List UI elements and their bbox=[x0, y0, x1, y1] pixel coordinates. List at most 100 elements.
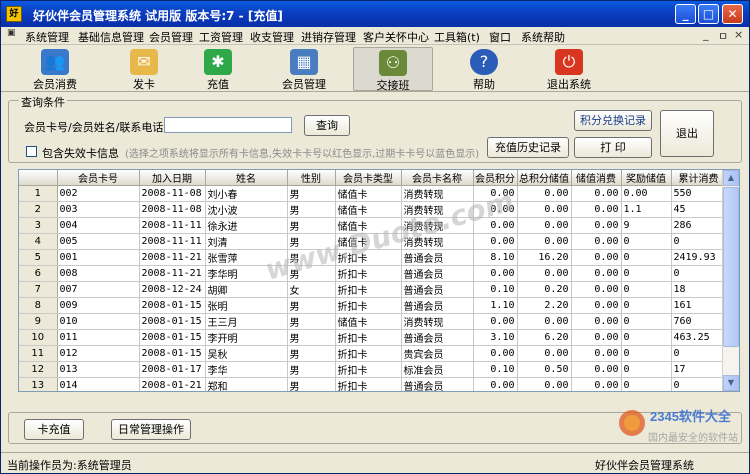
table-cell[interactable]: 0 bbox=[671, 265, 727, 282]
table-cell[interactable]: 张雪萍 bbox=[205, 249, 288, 266]
table-cell[interactable]: 胡卿 bbox=[205, 281, 288, 298]
table-cell[interactable]: 消费转现 bbox=[401, 185, 474, 202]
table-cell[interactable]: 徐永进 bbox=[205, 217, 288, 234]
mdi-child-icon[interactable]: ▣ bbox=[7, 28, 16, 38]
table-row[interactable]: 8 009 2008-01-15 张明男折扣卡 普通会员 1.10 2.20 0.00 0 161 bbox=[19, 297, 727, 314]
table-cell[interactable]: 45 bbox=[671, 201, 727, 218]
table-cell[interactable]: 0.00 bbox=[571, 217, 622, 234]
table-cell[interactable]: 折扣卡 bbox=[335, 361, 402, 378]
table-cell[interactable]: 0.50 bbox=[517, 361, 572, 378]
table-cell[interactable]: 储值卡 bbox=[335, 185, 402, 202]
table-cell[interactable]: 消费转现 bbox=[401, 233, 474, 250]
table-cell[interactable]: 014 bbox=[57, 377, 140, 391]
table-cell[interactable]: 男 bbox=[287, 377, 336, 391]
table-cell[interactable]: 0.00 bbox=[571, 361, 622, 378]
table-cell[interactable]: 18 bbox=[671, 281, 727, 298]
header-total-points[interactable]: 总积分储值 bbox=[517, 170, 572, 186]
header-points[interactable]: 会员积分 bbox=[473, 170, 518, 186]
table-cell[interactable]: 折扣卡 bbox=[335, 297, 402, 314]
table-cell[interactable]: 2008-01-21 bbox=[139, 377, 206, 391]
table-cell[interactable]: 折扣卡 bbox=[335, 281, 402, 298]
scroll-up-icon[interactable]: ▲ bbox=[723, 170, 739, 186]
header-card-no[interactable]: 会员卡号 bbox=[57, 170, 140, 186]
table-cell[interactable]: 0.00 bbox=[517, 201, 572, 218]
table-cell[interactable]: 2008-11-08 bbox=[139, 201, 206, 218]
toolbar-member-consume-button[interactable]: 👥 会员消费 bbox=[25, 47, 85, 91]
table-cell[interactable]: 17 bbox=[671, 361, 727, 378]
table-cell[interactable]: 2419.93 bbox=[671, 249, 727, 266]
table-cell[interactable]: 折扣卡 bbox=[335, 329, 402, 346]
table-cell[interactable]: 普通会员 bbox=[401, 281, 474, 298]
table-cell[interactable]: 折扣卡 bbox=[335, 345, 402, 362]
table-cell[interactable]: 2.20 bbox=[517, 297, 572, 314]
table-cell[interactable]: 0.00 bbox=[517, 313, 572, 330]
table-cell[interactable]: 0.00 bbox=[473, 345, 518, 362]
table-cell[interactable]: 男 bbox=[287, 297, 336, 314]
table-row[interactable]: 2 003 2008-11-08 沈小波男储值卡 消费转现 0.00 0.00 0.00 1.1… bbox=[19, 201, 727, 218]
table-cell[interactable]: 0 bbox=[621, 265, 672, 282]
member-table[interactable]: 会员卡号 加入日期 姓名 性别 会员卡类型 会员卡名称 会员积分 总积分储值 储… bbox=[18, 169, 740, 392]
table-cell[interactable]: 折扣卡 bbox=[335, 265, 402, 282]
mdi-close-button[interactable]: × bbox=[734, 28, 743, 41]
table-cell[interactable]: 001 bbox=[57, 249, 140, 266]
table-cell[interactable]: 男 bbox=[287, 313, 336, 330]
header-bonus-stored[interactable]: 奖励储值 bbox=[621, 170, 672, 186]
table-cell[interactable]: 0.00 bbox=[473, 185, 518, 202]
table-row[interactable]: 6 008 2008-11-21 李华明男折扣卡 普通会员 0.00 0.00 0.00 0 0 bbox=[19, 265, 727, 282]
table-cell[interactable]: 0.00 bbox=[571, 313, 622, 330]
print-button[interactable]: 打 印 bbox=[574, 137, 652, 158]
table-cell[interactable]: 折扣卡 bbox=[335, 249, 402, 266]
table-cell[interactable]: 男 bbox=[287, 361, 336, 378]
table-cell[interactable]: 男 bbox=[287, 345, 336, 362]
table-cell[interactable]: 2008-12-24 bbox=[139, 281, 206, 298]
table-cell[interactable]: 0.00 bbox=[571, 201, 622, 218]
table-row[interactable]: 3 004 2008-11-11 徐永进男储值卡 消费转现 0.00 0.00 0.00 9 28… bbox=[19, 217, 727, 234]
table-cell[interactable]: 286 bbox=[671, 217, 727, 234]
table-cell[interactable]: 0 bbox=[621, 313, 672, 330]
table-row[interactable]: 11 012 2008-01-15 吴秋男折扣卡 贵宾会员 0.00 0.00 0.00 0 0 bbox=[19, 345, 727, 362]
table-cell[interactable]: 0.00 bbox=[571, 297, 622, 314]
table-cell[interactable]: 男 bbox=[287, 265, 336, 282]
include-invalid-checkbox[interactable] bbox=[26, 146, 37, 157]
table-cell[interactable]: 折扣卡 bbox=[335, 377, 402, 391]
table-cell[interactable]: 0.00 bbox=[571, 281, 622, 298]
table-cell[interactable]: 0 bbox=[671, 345, 727, 362]
table-cell[interactable]: 郑和 bbox=[205, 377, 288, 391]
table-cell[interactable]: 0 bbox=[621, 345, 672, 362]
toolbar-member-management-button[interactable]: ▦ 会员管理 bbox=[271, 47, 337, 91]
header-stored-consume[interactable]: 储值消费 bbox=[571, 170, 622, 186]
daily-operations-button[interactable]: 日常管理操作 bbox=[111, 419, 191, 440]
table-cell[interactable]: 0.00 bbox=[571, 249, 622, 266]
table-cell[interactable]: 002 bbox=[57, 185, 140, 202]
table-cell[interactable]: 0.00 bbox=[571, 345, 622, 362]
table-cell[interactable]: 0 bbox=[621, 249, 672, 266]
table-cell[interactable]: 0 bbox=[671, 233, 727, 250]
table-cell[interactable]: 李华 bbox=[205, 361, 288, 378]
table-vertical-scrollbar[interactable]: ▲ ▼ bbox=[722, 170, 739, 391]
menu-member[interactable]: 会员管理 bbox=[149, 29, 193, 45]
table-cell[interactable]: 012 bbox=[57, 345, 140, 362]
toolbar-shift-handover-button[interactable]: ⚇ 交接班 bbox=[353, 47, 433, 92]
table-cell[interactable]: 标准会员 bbox=[401, 361, 474, 378]
table-cell[interactable]: 0 bbox=[621, 297, 672, 314]
menu-basic-info[interactable]: 基础信息管理 bbox=[78, 29, 144, 45]
table-cell[interactable]: 0.00 bbox=[571, 329, 622, 346]
table-cell[interactable]: 1.1 bbox=[621, 201, 672, 218]
table-cell[interactable]: 0 bbox=[671, 377, 727, 391]
table-cell[interactable]: 消费转现 bbox=[401, 313, 474, 330]
table-cell[interactable]: 普通会员 bbox=[401, 249, 474, 266]
table-cell[interactable]: 0 bbox=[621, 233, 672, 250]
table-cell[interactable]: 消费转现 bbox=[401, 217, 474, 234]
table-cell[interactable]: 0 bbox=[621, 329, 672, 346]
table-cell[interactable]: 6.20 bbox=[517, 329, 572, 346]
table-cell[interactable]: 0.00 bbox=[473, 233, 518, 250]
search-button[interactable]: 查询 bbox=[304, 115, 350, 136]
table-row[interactable]: 10 011 2008-01-15 李开明男折扣卡 普通会员 3.10 6.20 0.00 0 4… bbox=[19, 329, 727, 346]
table-cell[interactable]: 刘清 bbox=[205, 233, 288, 250]
toolbar-recharge-button[interactable]: ✱ 充值 bbox=[193, 47, 243, 91]
table-cell[interactable]: 男 bbox=[287, 217, 336, 234]
maximize-button[interactable]: □ bbox=[698, 4, 719, 24]
table-cell[interactable]: 普通会员 bbox=[401, 265, 474, 282]
table-cell[interactable]: 0.10 bbox=[473, 281, 518, 298]
table-cell[interactable]: 760 bbox=[671, 313, 727, 330]
